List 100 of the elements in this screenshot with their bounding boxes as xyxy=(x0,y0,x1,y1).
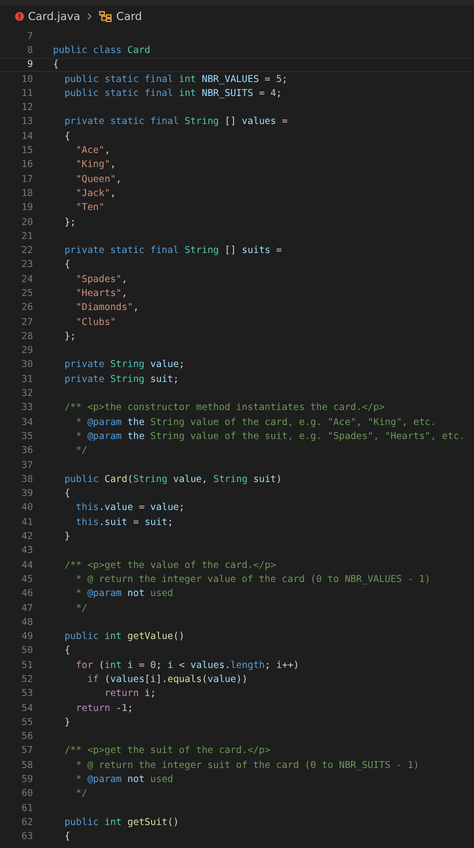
line-number: 52 xyxy=(20,674,33,685)
code-line: "Clubs" xyxy=(74,316,116,328)
line-number: 13 xyxy=(20,116,33,128)
line-number: 21 xyxy=(20,230,33,242)
code-line: * @param the String value of the card, e.g. "Ace", "King", etc. xyxy=(74,416,436,428)
line-number: 41 xyxy=(20,516,33,528)
line-number: 28 xyxy=(20,330,33,342)
code-line: "Ten" xyxy=(74,202,104,214)
code-line: public int getSuit() xyxy=(63,816,179,828)
code-line: private String value; xyxy=(63,359,185,370)
code-line: * @param not used xyxy=(74,774,174,786)
line-number: 36 xyxy=(20,445,33,456)
line-number: 15 xyxy=(20,145,33,156)
line-number: 27 xyxy=(20,316,33,328)
line-number: 18 xyxy=(20,188,33,199)
code-line: "Spades", xyxy=(74,274,128,285)
line-number: 51 xyxy=(20,660,33,671)
code-line: /** <p>get the value of the card.</p> xyxy=(63,560,276,571)
line-number: 22 xyxy=(20,245,33,256)
line-number: 53 xyxy=(20,688,33,700)
line-number: 14 xyxy=(20,130,33,142)
line-number: 58 xyxy=(20,760,33,771)
line-number: 57 xyxy=(20,745,33,756)
code-line: public int getValue() xyxy=(63,631,185,642)
code-line: */ xyxy=(74,602,88,614)
line-number: 48 xyxy=(20,616,33,628)
code-line: { xyxy=(63,488,70,500)
code-line: public static final int NBR_VALUES = 5; xyxy=(63,74,288,85)
line-number: 31 xyxy=(20,374,33,385)
line-number: 8 xyxy=(26,44,33,56)
code-line: }; xyxy=(63,330,76,342)
line-number: 17 xyxy=(20,174,33,185)
code-line: { xyxy=(63,831,70,842)
code-line: "Diamonds", xyxy=(74,302,139,314)
line-number: 32 xyxy=(20,388,33,400)
code-line: private static final String [] suits = xyxy=(63,245,282,256)
code-line: } xyxy=(63,716,70,728)
code-line: return -1; xyxy=(74,702,134,714)
line-number: 61 xyxy=(20,802,33,814)
line-number: 60 xyxy=(20,788,33,800)
code-line: { xyxy=(63,645,70,656)
line-number: 44 xyxy=(20,560,33,571)
line-number: 55 xyxy=(20,716,33,728)
line-number: 43 xyxy=(20,545,33,556)
code-line: this.suit = suit; xyxy=(74,516,174,528)
symbol-name[interactable]: Card xyxy=(116,10,142,23)
line-number: 49 xyxy=(20,631,33,642)
line-number: 23 xyxy=(20,259,33,270)
line-number: 11 xyxy=(20,88,33,99)
line-number: 33 xyxy=(20,402,33,414)
line-number: 19 xyxy=(20,202,33,214)
code-line: if (values[i].equals(value)) xyxy=(86,674,248,685)
code-line: * @ return the integer suit of the card (0 to NBR_SUITS - 1) xyxy=(74,760,420,771)
code-line: "Queen", xyxy=(74,174,122,185)
line-number: 16 xyxy=(20,159,33,170)
code-line: "King", xyxy=(74,159,116,170)
line-number: 46 xyxy=(20,588,33,600)
line-number: 24 xyxy=(20,274,33,285)
code-line: * @param the String value of the suit, e.g. "Spades", "Hearts", etc. xyxy=(74,430,465,442)
line-number: 30 xyxy=(20,359,33,370)
line-number: 42 xyxy=(20,531,33,542)
line-number: 29 xyxy=(20,345,33,356)
code-line: "Jack", xyxy=(74,188,116,199)
line-number: 12 xyxy=(20,102,33,114)
line-number: 34 xyxy=(20,416,33,428)
line-number: 63 xyxy=(20,831,33,842)
code-line: { xyxy=(63,130,70,142)
code-line: } xyxy=(63,531,70,542)
code-line: }; xyxy=(63,216,76,228)
line-number: 26 xyxy=(20,302,33,314)
line-number: 50 xyxy=(20,645,33,656)
line-number: 54 xyxy=(20,702,33,714)
line-number: 7 xyxy=(26,30,33,42)
line-number: 56 xyxy=(20,731,33,742)
line-number: 59 xyxy=(20,774,33,786)
line-number: 62 xyxy=(20,816,33,828)
code-line: for (int i = 0; i < values.length; i++) xyxy=(74,660,300,671)
code-line: public static final int NBR_SUITS = 4; xyxy=(63,88,282,99)
code-line: "Hearts", xyxy=(74,288,128,299)
code-line: private static final String [] values = xyxy=(63,116,288,128)
line-number: 45 xyxy=(20,574,33,585)
code-line: public Card(String value, String suit) xyxy=(63,474,282,485)
code-line: */ xyxy=(74,445,88,456)
code-line: /** <p>get the suit of the card.</p> xyxy=(63,745,270,756)
line-number: 39 xyxy=(20,488,33,500)
code-line: /** <p>the constructor method instantiates the card.</p> xyxy=(63,402,385,414)
code-line: return i; xyxy=(103,688,156,700)
line-number: 10 xyxy=(20,74,33,85)
code-line: * @ return the integer value of the card (0 to NBR_VALUES - 1) xyxy=(74,574,430,585)
code-line: private String suit; xyxy=(63,374,179,385)
file-name[interactable]: Card.java xyxy=(28,10,80,23)
line-number: 47 xyxy=(20,602,33,614)
line-number: 37 xyxy=(20,460,33,471)
line-number: 9 xyxy=(26,59,33,70)
code-line: "Ace", xyxy=(74,145,110,156)
line-number: 20 xyxy=(20,216,33,228)
class-symbol-icon xyxy=(99,11,112,22)
line-number: 35 xyxy=(20,430,33,442)
code-line: { xyxy=(53,59,59,70)
code-line: */ xyxy=(74,788,88,800)
